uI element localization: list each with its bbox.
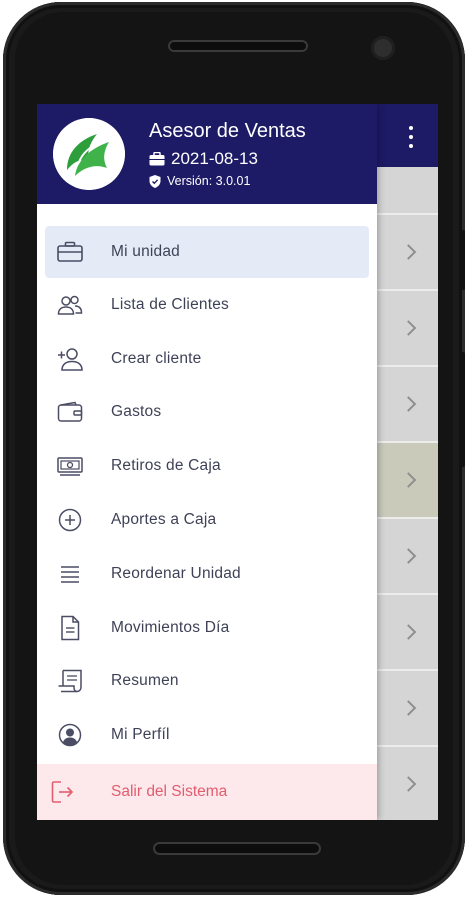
- chevron-right-icon: [400, 320, 417, 336]
- date-row: 2021-08-13: [149, 149, 258, 169]
- drawer-menu: Mi unidad Lista de Clientes Crear client…: [37, 226, 377, 762]
- app-version: Versión: 3.0.01: [167, 174, 251, 188]
- menu-item-movimientos-dia[interactable]: Movimientos Día: [37, 601, 377, 655]
- menu-item-label: Movimientos Día: [111, 618, 230, 636]
- version-row: Versión: 3.0.01: [149, 174, 250, 188]
- chevron-right-icon: [400, 548, 417, 564]
- user-role: Asesor de Ventas: [149, 120, 306, 142]
- plus-circle-icon: [57, 507, 83, 533]
- bottom-speaker: [153, 842, 321, 855]
- menu-item-resumen[interactable]: Resumen: [37, 655, 377, 709]
- menu-item-lista-clientes[interactable]: Lista de Clientes: [37, 278, 377, 332]
- menu-item-reordenar-unidad[interactable]: Reordenar Unidad: [37, 547, 377, 601]
- front-camera: [371, 36, 395, 60]
- power-button: [460, 230, 465, 290]
- briefcase-icon: [57, 239, 83, 265]
- screen: Asesor de Ventas 2021-08-13 Versión: 3.0…: [37, 104, 438, 820]
- menu-item-mi-unidad[interactable]: Mi unidad: [45, 226, 369, 278]
- chevron-right-icon: [400, 472, 417, 488]
- menu-item-label: Resumen: [111, 672, 179, 690]
- chevron-right-icon: [400, 700, 417, 716]
- menu-item-aportes-caja[interactable]: Aportes a Caja: [37, 493, 377, 547]
- menu-item-label: Retiros de Caja: [111, 457, 221, 475]
- menu-item-mi-perfil[interactable]: Mi Perfíl: [37, 708, 377, 762]
- phone-frame: Asesor de Ventas 2021-08-13 Versión: 3.0…: [3, 2, 465, 895]
- current-date: 2021-08-13: [171, 149, 258, 168]
- chevron-right-icon: [400, 776, 417, 792]
- chevron-right-icon: [400, 396, 417, 412]
- list-icon: [57, 561, 83, 587]
- briefcase-icon: [149, 152, 165, 166]
- menu-item-label: Mi unidad: [111, 243, 181, 260]
- more-options-icon[interactable]: [408, 126, 414, 148]
- drawer-header: Asesor de Ventas 2021-08-13 Versión: 3.0…: [37, 104, 377, 204]
- chevron-right-icon: [400, 244, 417, 260]
- company-logo: [53, 118, 125, 190]
- menu-item-retiros-caja[interactable]: Retiros de Caja: [37, 439, 377, 493]
- menu-item-label: Aportes a Caja: [111, 511, 217, 529]
- menu-item-gastos[interactable]: Gastos: [37, 386, 377, 440]
- shield-icon: [149, 174, 161, 188]
- users-icon: [57, 292, 83, 318]
- logout-label: Salir del Sistema: [111, 783, 228, 800]
- menu-item-label: Gastos: [111, 403, 162, 421]
- menu-item-label: Crear cliente: [111, 349, 202, 367]
- document-icon: [57, 615, 83, 641]
- menu-item-label: Lista de Clientes: [111, 295, 229, 313]
- wallet-icon: [57, 399, 83, 425]
- chevron-right-icon: [400, 624, 417, 640]
- navigation-drawer: Asesor de Ventas 2021-08-13 Versión: 3.0…: [37, 104, 377, 820]
- menu-item-label: Reordenar Unidad: [111, 564, 241, 582]
- top-speaker: [168, 40, 308, 52]
- logout-icon: [51, 780, 75, 804]
- menu-item-crear-cliente[interactable]: Crear cliente: [37, 332, 377, 386]
- add-user-icon: [57, 346, 83, 372]
- cash-icon: [57, 453, 83, 479]
- user-circle-icon: [57, 722, 83, 748]
- menu-item-label: Mi Perfíl: [111, 726, 170, 744]
- logout-button[interactable]: Salir del Sistema: [37, 764, 377, 820]
- volume-button: [460, 352, 465, 467]
- receipt-icon: [57, 668, 83, 694]
